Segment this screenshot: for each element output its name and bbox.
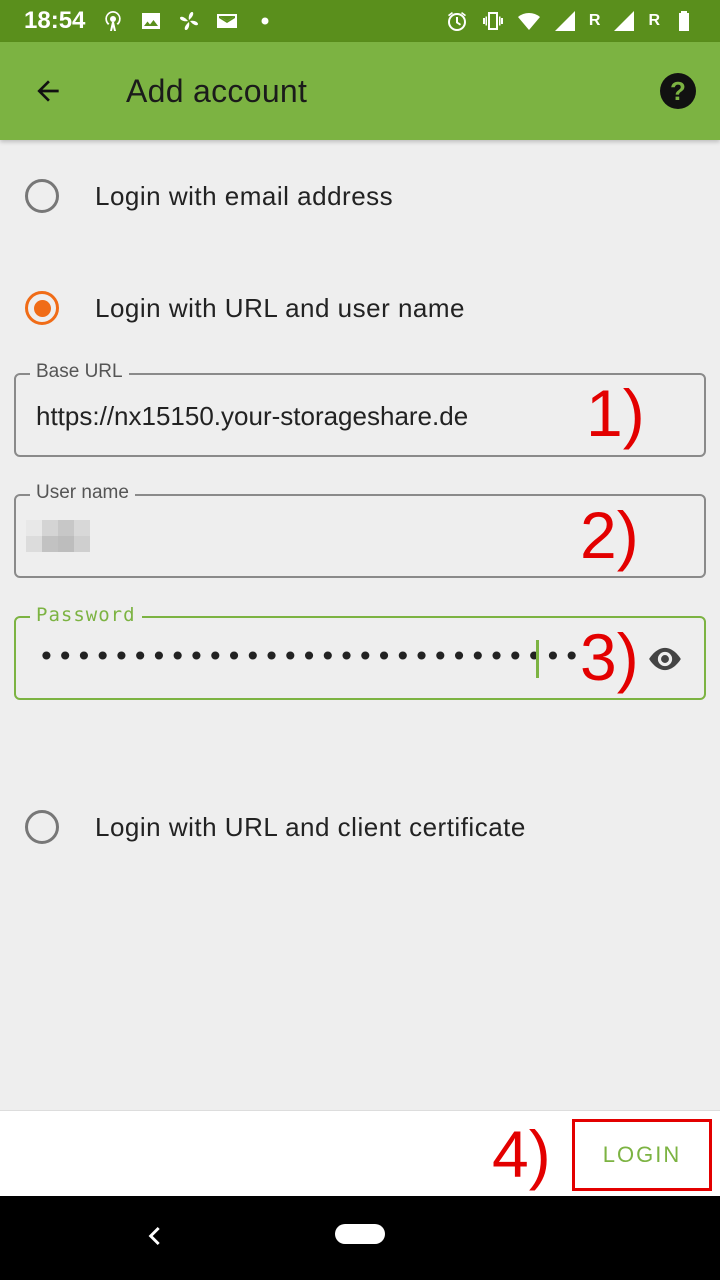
nav-back-button[interactable] xyxy=(140,1220,172,1252)
help-button[interactable]: ? xyxy=(660,73,696,109)
help-icon: ? xyxy=(670,75,686,106)
system-navigation-bar xyxy=(0,1196,720,1280)
vibrate-icon xyxy=(481,9,505,33)
option-email[interactable]: Login with email address xyxy=(0,156,720,236)
mail-icon xyxy=(215,9,239,33)
option-client-certificate-label: Login with URL and client certificate xyxy=(95,811,526,842)
annotation-3: 3) xyxy=(580,620,639,694)
alarm-icon xyxy=(445,9,469,33)
radio-email[interactable] xyxy=(25,179,59,213)
system-icons: R R xyxy=(445,9,696,33)
user-name-redacted xyxy=(26,520,90,552)
notification-icons xyxy=(101,9,277,33)
eye-icon xyxy=(649,647,681,671)
login-button[interactable]: LOGIN xyxy=(572,1119,712,1191)
option-url-username[interactable]: Login with URL and user name xyxy=(0,268,720,348)
image-icon xyxy=(139,9,163,33)
password-label: Password xyxy=(30,604,142,626)
user-name-label: User name xyxy=(30,482,135,504)
annotation-1: 1) xyxy=(586,376,645,450)
dot-icon xyxy=(253,9,277,33)
roaming-label: R xyxy=(648,12,660,29)
nav-home-pill[interactable] xyxy=(335,1224,385,1244)
signal-icon xyxy=(553,9,577,33)
battery-icon xyxy=(672,9,696,33)
option-client-certificate[interactable]: Login with URL and client certificate xyxy=(0,787,720,867)
annotation-2: 2) xyxy=(580,498,639,572)
option-url-username-label: Login with URL and user name xyxy=(95,292,466,323)
back-button[interactable] xyxy=(18,61,78,121)
toggle-password-visibility-button[interactable] xyxy=(644,640,686,678)
radio-client-certificate[interactable] xyxy=(25,810,59,844)
option-email-label: Login with email address xyxy=(95,180,394,211)
status-bar: 18:54 R R xyxy=(0,0,720,42)
password-value: ••••••••••••••••••••••••••••• xyxy=(38,640,582,673)
page-title: Add account xyxy=(126,72,308,109)
arrow-left-icon xyxy=(37,80,59,102)
base-url-value: https://nx15150.your-storageshare.de xyxy=(36,401,469,431)
status-time: 18:54 xyxy=(24,7,86,34)
base-url-label: Base URL xyxy=(30,361,129,383)
app-bar: Add account ? xyxy=(0,42,720,140)
chevron-left-icon xyxy=(148,1226,160,1246)
roaming-label: R xyxy=(588,12,601,29)
fan-icon xyxy=(177,9,201,33)
bottom-action-bar: 4) LOGIN xyxy=(0,1110,720,1196)
text-cursor xyxy=(536,640,539,678)
annotation-4: 4) xyxy=(492,1117,551,1191)
signal-icon xyxy=(612,9,636,33)
hotspot-icon xyxy=(101,9,125,33)
radio-url-username[interactable] xyxy=(25,291,59,325)
wifi-icon xyxy=(517,9,541,33)
